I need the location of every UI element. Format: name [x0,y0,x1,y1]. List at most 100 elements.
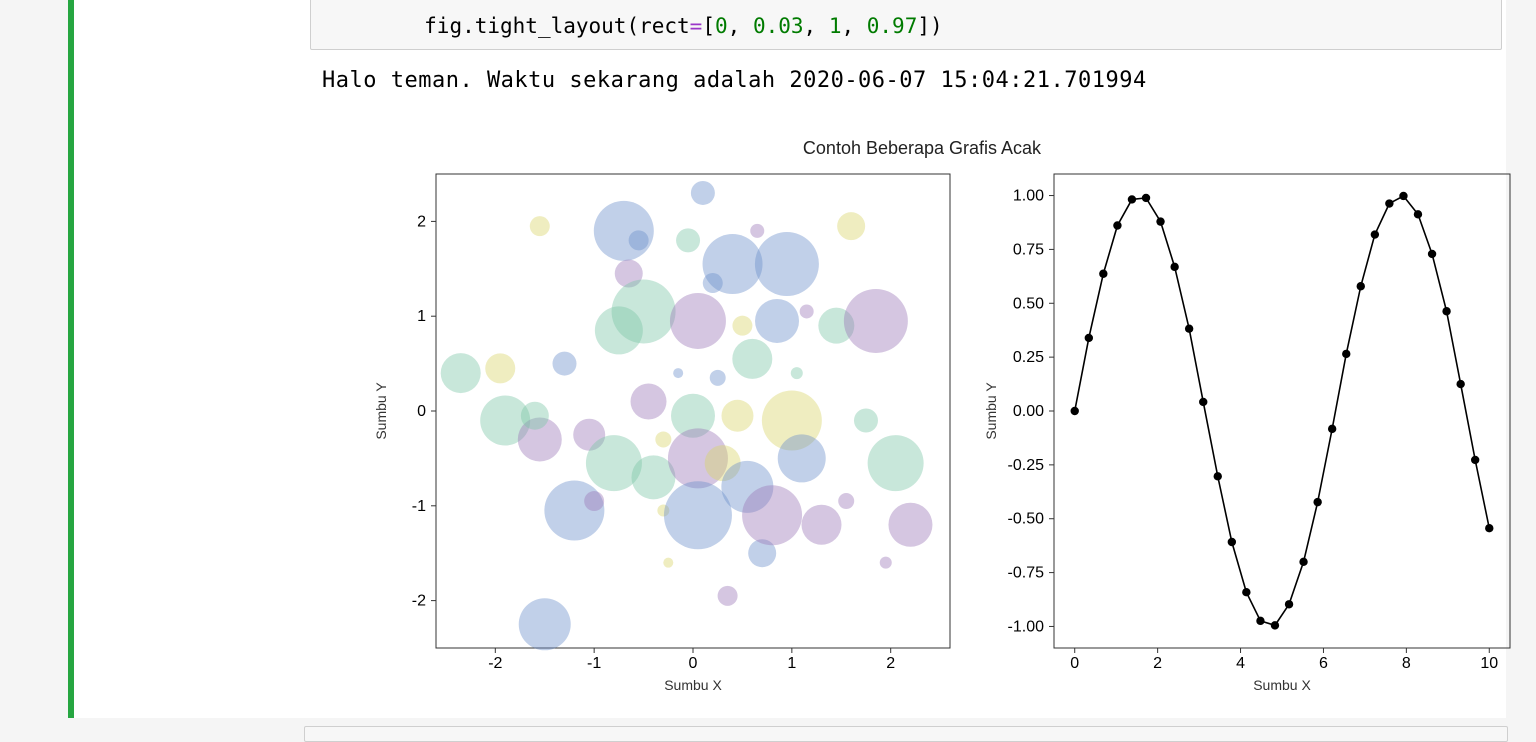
line-marker [1299,558,1307,566]
scatter-point [732,339,772,379]
scatter-point [742,485,802,545]
scatter-point [664,481,732,549]
scatter-point [441,353,481,393]
xtick-label: 0 [1070,655,1079,672]
code-token: ]) [917,14,942,38]
line-marker [1456,380,1464,388]
next-code-cell[interactable] [304,726,1508,742]
ytick-label: 0.75 [1013,241,1044,258]
scatter-point [802,505,842,545]
line-marker [1371,230,1379,238]
ytick-label: -0.25 [1008,457,1045,474]
scatter-point [631,384,667,420]
ytick-label: -2 [412,593,426,610]
code-token: 0.03 [753,14,804,38]
code-token: fig.tight_layout(rect [424,14,690,38]
scatter-point [670,293,726,349]
stdout-text: Halo teman. Waktu sekarang adalah 2020-0… [322,68,1147,93]
line-marker [1285,600,1293,608]
code-token: , [728,14,753,38]
scatter-point [800,304,814,318]
y-axis-label: Sumbu Y [983,382,999,440]
scatter-point [721,400,753,432]
line-marker [1185,324,1193,332]
xtick-label: 2 [886,655,895,672]
scatter-point [521,402,549,430]
xtick-label: 4 [1236,655,1245,672]
line-marker [1414,210,1422,218]
ytick-label: -1 [412,498,426,515]
line-marker [1328,425,1336,433]
line-marker [1156,217,1164,225]
scatter-point [553,352,577,376]
line-marker [1071,407,1079,415]
line-marker [1199,398,1207,406]
matplotlib-figure: Contoh Beberapa Grafis Acak -2 -1 0 1 2 -2 -1 0… [322,120,1522,700]
scatter-points [441,181,933,650]
ytick-label: 1 [417,308,426,325]
x-axis-label: Sumbu X [1253,677,1311,693]
scatter-point [732,316,752,336]
line-marker [1313,498,1321,506]
ytick-label: 0.50 [1013,295,1044,312]
ytick-label: 0.00 [1013,403,1044,420]
line-marker [1485,524,1493,532]
line-marker [1113,221,1121,229]
figure-suptitle: Contoh Beberapa Grafis Acak [322,138,1522,159]
ytick-label: -0.50 [1008,511,1045,528]
line-marker [1342,350,1350,358]
code-input[interactable]: fig.tight_layout(rect=[0, 0.03, 1, 0.97]… [310,0,1502,50]
scatter-point [854,408,878,432]
xtick-label: -1 [587,655,601,672]
scatter-point [703,234,763,294]
line-marker [1442,307,1450,315]
scatter-point [629,230,649,250]
scatter-point [880,557,892,569]
line-marker [1228,538,1236,546]
code-line-1: fig.tight_layout(rect=[0, 0.03, 1, 0.97]… [323,0,1489,50]
xtick-label: 6 [1319,655,1328,672]
code-token: [ [702,14,715,38]
y-axis-label: Sumbu Y [373,382,389,440]
scatter-point [755,232,819,296]
scatter-point [838,493,854,509]
ytick-label: -0.75 [1008,565,1045,582]
scatter-point [485,353,515,383]
code-token: 0.97 [867,14,918,38]
code-token: = [690,14,703,38]
line-marker [1099,270,1107,278]
code-token: , [804,14,829,38]
scatter-point [837,212,865,240]
xtick-label: 8 [1402,655,1411,672]
scatter-point [519,598,571,650]
line-marker [1128,195,1136,203]
notebook-cell: fig.tight_layout(rect=[0, 0.03, 1, 0.97]… [68,0,1506,718]
ytick-label: -1.00 [1008,618,1045,635]
xtick-label: 1 [787,655,796,672]
scatter-point [612,279,676,343]
scatter-point [718,586,738,606]
line-marker [1214,472,1222,480]
line-marker [1471,456,1479,464]
scatter-point [655,431,671,447]
code-token: 1 [829,14,842,38]
line-marker [1271,621,1279,629]
ytick-label: 0 [417,403,426,420]
ytick-label: 1.00 [1013,188,1044,205]
line-marker [1428,250,1436,258]
scatter-point [844,289,908,353]
code-token: 0 [715,14,728,38]
line-marker [1357,282,1365,290]
scatter-point [594,201,654,261]
line-plot: 0246810-1.00-0.75-0.50-0.250.000.250.500… [982,166,1522,696]
xtick-label: 0 [689,655,698,672]
scatter-point [584,491,604,511]
line-marker [1399,192,1407,200]
scatter-point [778,434,826,482]
xtick-label: -2 [488,655,502,672]
scatter-point [676,228,700,252]
scatter-point [530,216,550,236]
ytick-label: 2 [417,213,426,230]
code-token: , [841,14,866,38]
xtick-label: 2 [1153,655,1162,672]
